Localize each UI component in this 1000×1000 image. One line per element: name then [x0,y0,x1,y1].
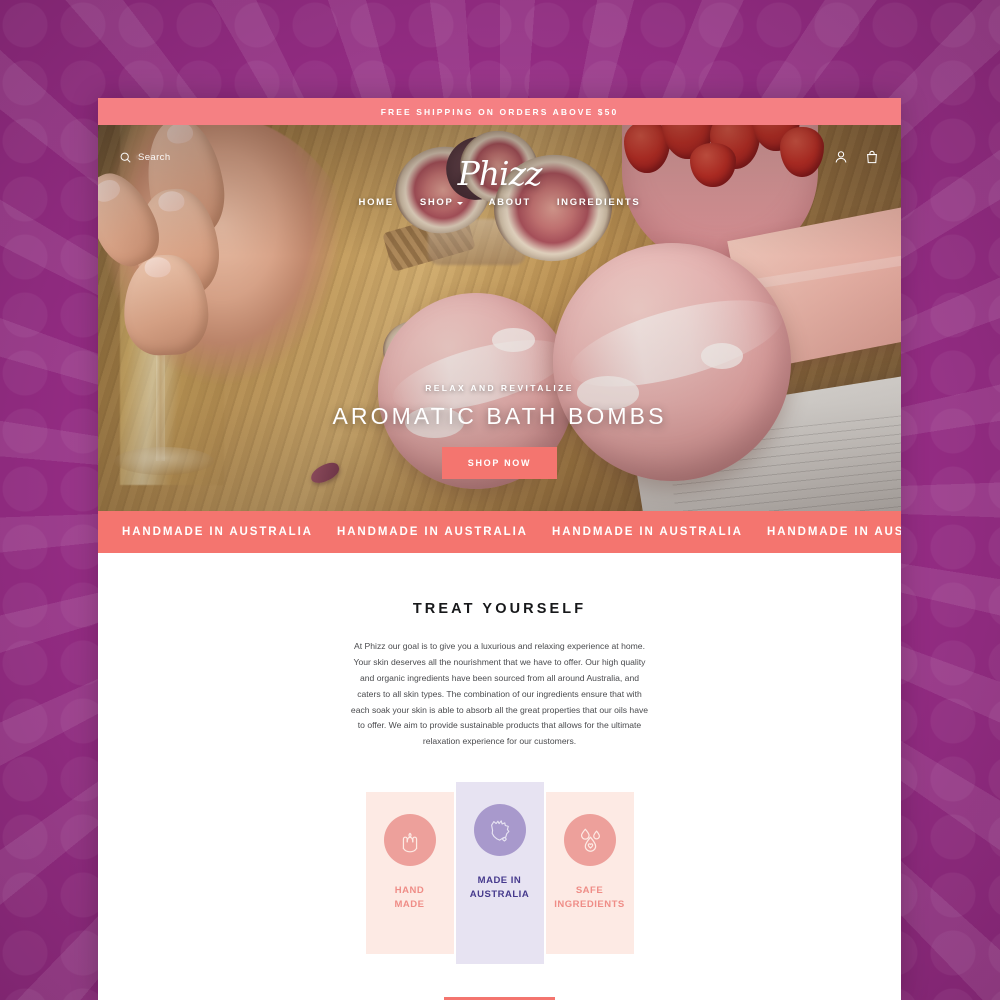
handmade-marquee: HANDMADE IN AUSTRALIA HANDMADE IN AUSTRA… [98,511,901,553]
feature-cards: HAND MADE MADE IN AUSTRALIA SAFE INGREDI… [98,782,901,965]
nav-item-home[interactable]: HOME [359,197,394,208]
hero-title: AROMATIC BATH BOMBS [332,403,667,429]
feature-card-safe-ingredients[interactable]: SAFE INGREDIENTS [545,792,634,955]
search-button[interactable]: Search [120,152,171,163]
hero-eyebrow: RELAX AND REVITALIZE [425,383,574,393]
nav-item-shop[interactable]: SHOP [420,197,463,208]
section-title: TREAT YOURSELF [412,601,587,617]
australia-map-icon [473,804,526,857]
announcement-text: FREE SHIPPING ON ORDERS ABOVE $50 [380,106,619,117]
cart-bag-icon[interactable] [865,150,879,164]
hands-icon [383,814,436,867]
nav-label: SHOP [419,197,454,208]
nav-label: INGREDIENTS [556,197,641,208]
search-label: Search [138,151,171,163]
feature-card-made-in-australia[interactable]: MADE IN AUSTRALIA [455,782,544,965]
search-icon [120,152,131,163]
site-logo[interactable]: Phizz [458,157,543,190]
feature-card-hand-made[interactable]: HAND MADE [365,792,454,955]
site-header: Search Phizz HOME SHOP ABOUT INGREDIENTS [98,125,901,208]
nav-item-about[interactable]: ABOUT [489,197,531,208]
about-paragraph: At Phizz our goal is to give you a luxur… [350,641,649,747]
nav-item-ingredients[interactable]: INGREDIENTS [557,197,641,208]
marquee-item: HANDMADE IN AUSTRALIA [122,526,313,538]
main-navigation: HOME SHOP ABOUT INGREDIENTS [98,197,901,208]
feature-label: MADE IN AUSTRALIA [469,875,530,900]
shop-now-button[interactable]: SHOP NOW [441,447,558,479]
feature-label: HAND MADE [394,885,425,910]
announcement-bar: FREE SHIPPING ON ORDERS ABOVE $50 [98,98,901,125]
hero-content: RELAX AND REVITALIZE AROMATIC BATH BOMBS… [98,383,901,479]
marquee-item: HANDMADE IN AUSTRALIA [552,526,743,538]
website-page: FREE SHIPPING ON ORDERS ABOVE $50 Search… [98,98,901,1000]
account-icon[interactable] [834,150,848,164]
marquee-item: HANDMADE IN AUSTRALIA [767,526,901,538]
hero-section: Search Phizz HOME SHOP ABOUT INGREDIENTS… [98,125,901,511]
nav-label: HOME [358,197,394,208]
marquee-item: HANDMADE IN AUSTRALIA [337,526,528,538]
feature-label: SAFE INGREDIENTS [554,885,625,910]
nav-label: ABOUT [488,197,531,208]
water-drops-icon [563,814,616,867]
chevron-down-icon [456,201,463,205]
about-section: TREAT YOURSELF At Phizz our goal is to g… [98,553,901,1000]
